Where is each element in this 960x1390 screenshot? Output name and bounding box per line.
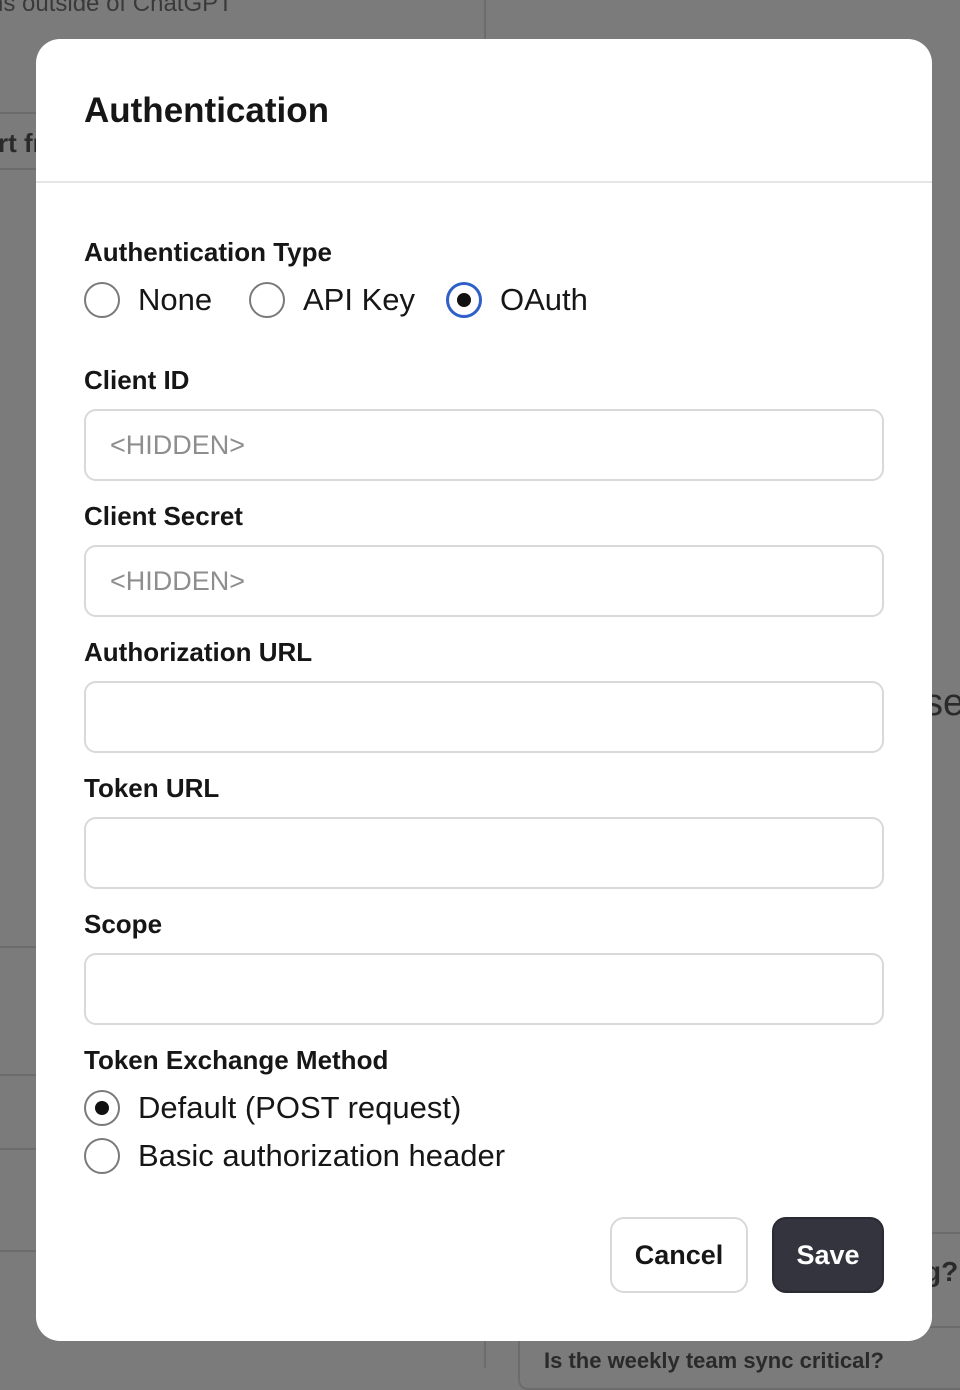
token-url-input[interactable] [84, 817, 884, 889]
cancel-button[interactable]: Cancel [610, 1217, 748, 1293]
radio-circle-icon[interactable] [84, 1138, 120, 1174]
authentication-dialog: Authentication Authentication Type None … [36, 39, 932, 1341]
dialog-header: Authentication [36, 39, 932, 183]
token-exchange-default-label: Default (POST request) [138, 1090, 462, 1125]
save-button[interactable]: Save [772, 1217, 884, 1293]
auth-type-api-key-label: API Key [303, 282, 415, 317]
background-divider [484, 1340, 486, 1368]
background-divider [0, 168, 36, 170]
auth-type-none-label: None [138, 282, 213, 317]
auth-type-none-radio[interactable]: None [84, 282, 212, 318]
token-exchange-label: Token Exchange Method [84, 1045, 389, 1075]
token-exchange-basic-radio[interactable]: Basic authorization header [84, 1138, 505, 1174]
auth-type-label: Authentication Type [84, 237, 332, 267]
radio-selected-icon[interactable] [446, 282, 482, 318]
scope-input[interactable] [84, 953, 884, 1025]
background-card-text: Is the weekly team sync critical? [544, 1348, 884, 1373]
auth-type-oauth-radio[interactable]: OAuth [446, 282, 588, 318]
radio-circle-icon[interactable] [84, 282, 120, 318]
radio-circle-icon[interactable] [249, 282, 285, 318]
auth-type-oauth-label: OAuth [500, 282, 588, 317]
background-divider [0, 1250, 36, 1252]
client-id-label: Client ID [84, 365, 190, 395]
authorization-url-input[interactable] [84, 681, 884, 753]
dialog-title: Authentication [84, 91, 329, 130]
client-secret-input[interactable] [84, 545, 884, 617]
token-exchange-basic-label: Basic authorization header [138, 1138, 506, 1173]
background-divider [0, 1148, 36, 1150]
authorization-url-label: Authorization URL [84, 637, 313, 667]
client-secret-label: Client Secret [84, 501, 243, 531]
background-divider [0, 946, 36, 948]
background-divider [484, 0, 486, 40]
radio-selected-icon[interactable] [84, 1090, 120, 1126]
auth-type-api-key-radio[interactable]: API Key [249, 282, 415, 318]
token-exchange-default-radio[interactable]: Default (POST request) [84, 1090, 461, 1126]
scope-label: Scope [84, 909, 163, 939]
background-divider [0, 1074, 36, 1076]
token-url-label: Token URL [84, 773, 220, 803]
client-id-input[interactable] [84, 409, 884, 481]
background-divider [0, 112, 36, 114]
background-heading-text: ns outside of ChatGPT [0, 0, 233, 17]
